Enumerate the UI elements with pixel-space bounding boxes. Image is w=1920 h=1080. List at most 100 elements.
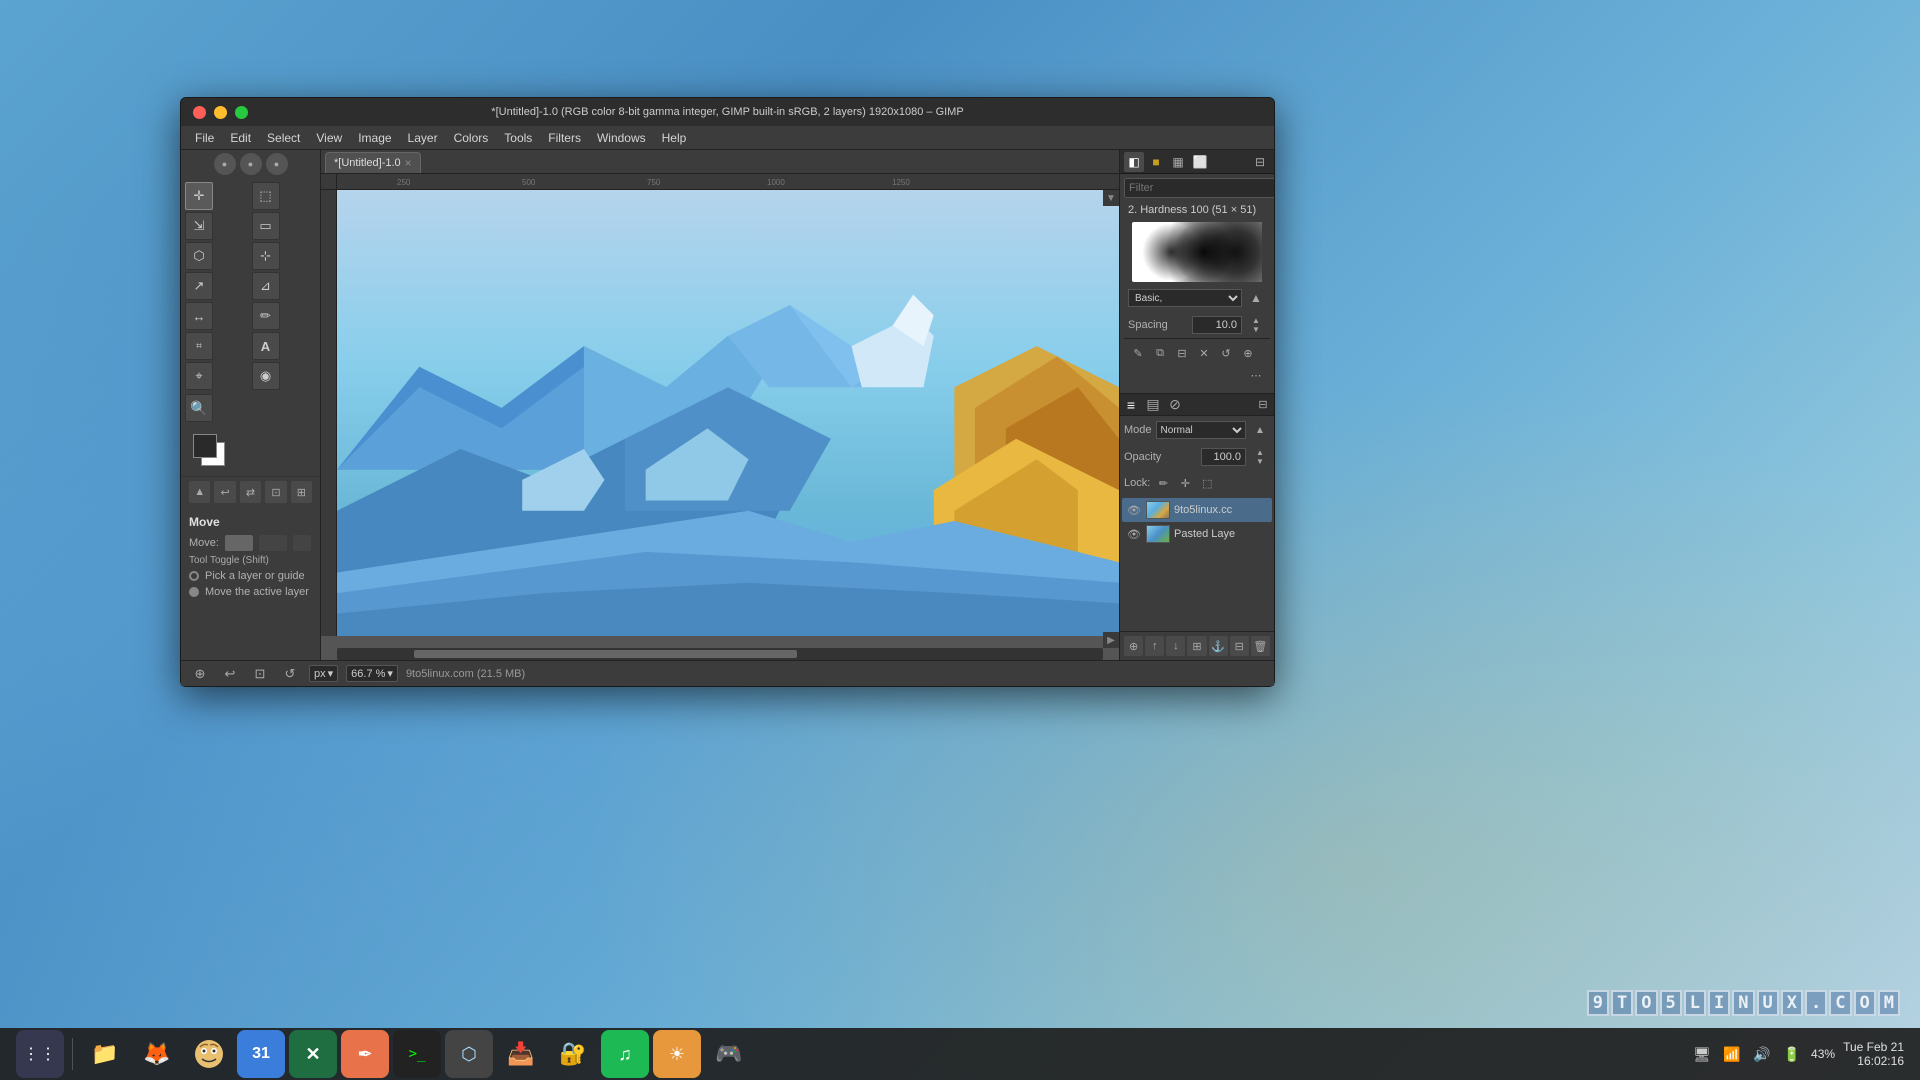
tab-close-btn[interactable]: ×: [405, 156, 412, 170]
tool-mode-3[interactable]: ●: [266, 153, 288, 175]
move-tool-btn[interactable]: ✛: [185, 182, 213, 210]
layer-item-1[interactable]: 👁 9to5linux.cc: [1122, 498, 1272, 522]
taskbar-app-files[interactable]: 📁: [81, 1030, 129, 1078]
brush-icon-5[interactable]: ↺: [1216, 343, 1236, 363]
menu-edit[interactable]: Edit: [222, 129, 259, 147]
brush-icon-2[interactable]: ⧉: [1150, 343, 1170, 363]
taskbar-app-security[interactable]: 🔐: [549, 1030, 597, 1078]
lock-position-icon[interactable]: ✛: [1176, 474, 1194, 492]
layer-delete-btn[interactable]: 🗑: [1251, 636, 1270, 656]
zoom-tool-btn[interactable]: 🔍: [185, 394, 213, 422]
layer-down-btn[interactable]: ↓: [1166, 636, 1185, 656]
taskbar-app-gimp[interactable]: [185, 1030, 233, 1078]
canvas-bottom-right-arrow[interactable]: ▶: [1103, 632, 1119, 648]
taskbar-app-vm[interactable]: ⬡: [445, 1030, 493, 1078]
brush-icon-3[interactable]: ⊟: [1172, 343, 1192, 363]
transform-btn[interactable]: ↗: [185, 272, 213, 300]
gradient-tab-icon[interactable]: ▦: [1168, 152, 1188, 172]
menu-image[interactable]: Image: [350, 129, 399, 147]
minimize-button[interactable]: [214, 106, 227, 119]
zoom-selector[interactable]: 66.7 % ▾: [346, 665, 398, 682]
taskbar-app-excel[interactable]: ✕: [289, 1030, 337, 1078]
foreground-color-swatch[interactable]: [193, 434, 217, 458]
undo-status-btn[interactable]: ↩: [219, 663, 241, 685]
maximize-button[interactable]: [235, 106, 248, 119]
layer-mask-btn[interactable]: ⊡: [265, 481, 286, 503]
unit-selector[interactable]: px ▾: [309, 665, 338, 682]
tray-network-icon[interactable]: 📶: [1721, 1043, 1743, 1065]
layer-merge-btn[interactable]: ⊟: [1230, 636, 1249, 656]
brush-icon-4[interactable]: ✕: [1194, 343, 1214, 363]
color-tab-icon[interactable]: ■: [1146, 152, 1166, 172]
text-btn[interactable]: A: [252, 332, 280, 360]
layer-visibility-1[interactable]: 👁: [1126, 502, 1142, 518]
clone-btn[interactable]: ⌖: [185, 362, 213, 390]
paint-bucket-btn[interactable]: ▲: [189, 481, 210, 503]
brush-icon-1[interactable]: ✎: [1128, 343, 1148, 363]
tool-mode-2[interactable]: ●: [240, 153, 262, 175]
h-scrollbar-thumb[interactable]: [414, 650, 797, 658]
taskbar-app-calendar[interactable]: 31: [237, 1030, 285, 1078]
brush-type-select[interactable]: Basic,: [1128, 289, 1242, 307]
close-button[interactable]: [193, 106, 206, 119]
h-scrollbar[interactable]: [337, 648, 1103, 660]
paths-tab[interactable]: ⊘: [1164, 394, 1186, 416]
channels-tab[interactable]: ▤: [1142, 394, 1164, 416]
panel-config-icon[interactable]: ⊟: [1250, 152, 1270, 172]
lasso-btn[interactable]: ⬡: [185, 242, 213, 270]
taskbar-app-steam[interactable]: 🎮: [705, 1030, 753, 1078]
taskbar-app-spotify[interactable]: ♫: [601, 1030, 649, 1078]
menu-layer[interactable]: Layer: [400, 129, 446, 147]
taskbar-app-settings[interactable]: ☀: [653, 1030, 701, 1078]
layer-up-btn[interactable]: ↑: [1145, 636, 1164, 656]
heal-btn[interactable]: ⌗: [185, 332, 213, 360]
layer-visibility-2[interactable]: 👁: [1126, 526, 1142, 542]
refresh-status-btn[interactable]: ↺: [279, 663, 301, 685]
spacing-up-btn[interactable]: ▲: [1246, 316, 1266, 325]
tool-mode-1[interactable]: ●: [214, 153, 236, 175]
move-type-btn-3[interactable]: [293, 535, 311, 551]
undo-btn[interactable]: ↩: [214, 481, 235, 503]
layer-mode-select[interactable]: Normal: [1156, 421, 1246, 439]
taskbar-app-terminal[interactable]: >_: [393, 1030, 441, 1078]
brush-filter-input[interactable]: [1124, 178, 1274, 198]
brush-icon-6[interactable]: ⊕: [1238, 343, 1258, 363]
lock-alpha-icon[interactable]: ⬚: [1198, 474, 1216, 492]
layers-tab[interactable]: ≡: [1120, 394, 1142, 416]
opacity-up-btn[interactable]: ▲: [1250, 448, 1270, 457]
shear-btn[interactable]: ⊿: [252, 272, 280, 300]
brush-arrow-up[interactable]: ▲: [1246, 288, 1266, 308]
taskbar-app-editor[interactable]: ✒: [341, 1030, 389, 1078]
tray-battery-icon[interactable]: 🔋: [1781, 1043, 1803, 1065]
pick-layer-radio[interactable]: [189, 571, 199, 581]
menu-filters[interactable]: Filters: [540, 129, 589, 147]
menu-colors[interactable]: Colors: [446, 129, 497, 147]
layers-config-icon[interactable]: ⊟: [1252, 394, 1274, 416]
align-tool-btn[interactable]: ⬚: [252, 182, 280, 210]
canvas-viewport[interactable]: [337, 190, 1119, 636]
layer-duplicate-btn[interactable]: ⊞: [1187, 636, 1206, 656]
layer-anchor-btn[interactable]: ⚓: [1209, 636, 1228, 656]
spacing-down-btn[interactable]: ▼: [1246, 325, 1266, 334]
canvas-corner-arrow[interactable]: ▼: [1103, 190, 1119, 206]
move-active-radio[interactable]: [189, 587, 199, 597]
menu-windows[interactable]: Windows: [589, 129, 654, 147]
resize-canvas-btn[interactable]: ⊞: [291, 481, 312, 503]
tray-screen-icon[interactable]: 🖥: [1691, 1043, 1713, 1065]
lock-pixels-icon[interactable]: ✏: [1154, 474, 1172, 492]
tray-volume-icon[interactable]: 🔊: [1751, 1043, 1773, 1065]
fuzzy-select-btn[interactable]: ⊹: [252, 242, 280, 270]
layer-new-btn[interactable]: ⊕: [1124, 636, 1143, 656]
canvas-tab[interactable]: *[Untitled]-1.0 ×: [325, 152, 421, 173]
taskbar-app-grid[interactable]: ⋮⋮: [16, 1030, 64, 1078]
taskbar-app-download[interactable]: 📥: [497, 1030, 545, 1078]
menu-tools[interactable]: Tools: [496, 129, 540, 147]
pattern-tab-icon[interactable]: ⬜: [1190, 152, 1210, 172]
smudge-btn[interactable]: ◉: [252, 362, 280, 390]
opacity-down-btn[interactable]: ▼: [1250, 457, 1270, 466]
move-type-btn-1[interactable]: [225, 535, 253, 551]
menu-file[interactable]: File: [187, 129, 222, 147]
rect-select-btn[interactable]: ▭: [252, 212, 280, 240]
layer-item-2[interactable]: 👁 Pasted Laye: [1122, 522, 1272, 546]
menu-select[interactable]: Select: [259, 129, 308, 147]
